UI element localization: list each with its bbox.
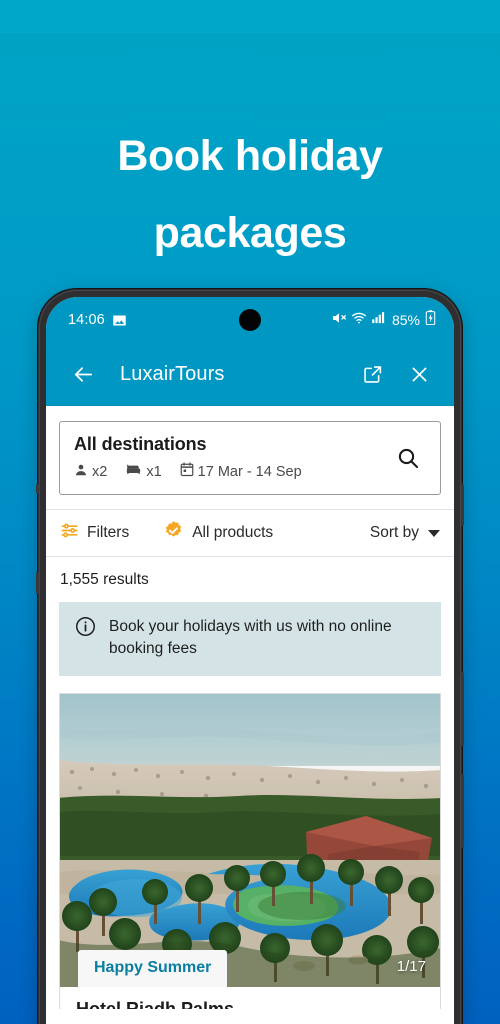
status-bar: 14:06 85% [46, 297, 454, 343]
phone-side-button-1 [460, 484, 464, 526]
status-bar-icons: 85% [331, 310, 437, 331]
sort-by-label: Sort by [369, 524, 419, 541]
filter-bar: Filters All products Sort by [46, 509, 454, 557]
cellular-signal-icon [371, 310, 386, 330]
photo-counter: 1/17 [396, 957, 426, 975]
all-products-button[interactable]: All products [163, 520, 273, 546]
phone-screen: 14:06 85% LuxairTours All destinations x… [46, 297, 454, 1024]
filters-label: Filters [87, 524, 130, 541]
rooms-count: x1 [146, 463, 162, 480]
arrow-left-icon[interactable] [68, 359, 98, 389]
battery-charging-icon [424, 310, 437, 330]
status-time: 14:06 [68, 312, 105, 328]
search-summary-texts: All destinations x2 x1 17 Mar - 14 Sep [74, 434, 390, 481]
filters-button[interactable]: Filters [60, 521, 129, 545]
search-section: All destinations x2 x1 17 Mar - 14 Sep [46, 406, 454, 495]
info-banner: Book your holidays with us with no onlin… [59, 602, 441, 676]
page-title: Book holiday packages [0, 118, 500, 272]
rooms-meta: x1 [125, 463, 162, 481]
card-body: Hotel Riadh Palms [60, 987, 440, 1009]
sort-by-dropdown[interactable]: Sort by [370, 524, 440, 542]
top-color-strip [0, 0, 500, 33]
chevron-down-icon [428, 529, 440, 537]
close-icon[interactable] [404, 359, 434, 389]
info-circle-icon [75, 616, 96, 642]
results-count: 1,555 results [60, 571, 149, 588]
volume-mute-icon [331, 310, 347, 331]
headline-line-2: packages [153, 209, 347, 257]
wifi-icon [351, 310, 367, 331]
promo-badge: Happy Summer [78, 949, 228, 987]
calendar-icon [180, 462, 194, 481]
info-banner-text: Book your holidays with us with no onlin… [109, 618, 392, 658]
app-bar: LuxairTours [46, 343, 454, 406]
search-meta-row: x2 x1 17 Mar - 14 Sep [74, 462, 390, 481]
result-card[interactable]: Happy Summer 1/17 Hotel Riadh Palms [59, 692, 441, 1009]
bed-icon [125, 463, 142, 481]
phone-left-button [36, 572, 40, 594]
hotel-name: Hotel Riadh Palms [76, 998, 235, 1009]
phone-left-button-top [36, 484, 40, 494]
front-camera-punch-hole [239, 309, 261, 331]
dates-meta: 17 Mar - 14 Sep [180, 462, 302, 481]
dates-value: 17 Mar - 14 Sep [197, 463, 302, 480]
phone-side-button-2 [460, 672, 464, 746]
image-icon [112, 313, 127, 328]
battery-percentage: 85% [391, 312, 420, 328]
hotel-photo[interactable]: Happy Summer 1/17 [60, 693, 440, 987]
phone-frame: 14:06 85% LuxairTours All destinations x… [36, 288, 464, 1024]
search-icon[interactable] [390, 446, 426, 470]
search-destination-value: All destinations [74, 434, 207, 454]
app-title: LuxairTours [120, 362, 225, 385]
search-summary-box[interactable]: All destinations x2 x1 17 Mar - 14 Sep [59, 421, 441, 495]
person-icon [74, 463, 88, 481]
travellers-count: x2 [92, 463, 108, 480]
sliders-icon [60, 521, 79, 545]
phone-side-button-3 [460, 774, 464, 848]
all-products-label: All products [192, 524, 274, 541]
verified-badge-icon [163, 520, 184, 546]
promo-screenshot-root: Book holiday packages 14:06 85% LuxairTo… [0, 0, 500, 1024]
resort-photo-illustration [60, 693, 440, 987]
travellers-meta: x2 [74, 463, 107, 481]
headline-line-1: Book holiday [117, 132, 383, 180]
external-link-icon[interactable] [357, 359, 387, 389]
